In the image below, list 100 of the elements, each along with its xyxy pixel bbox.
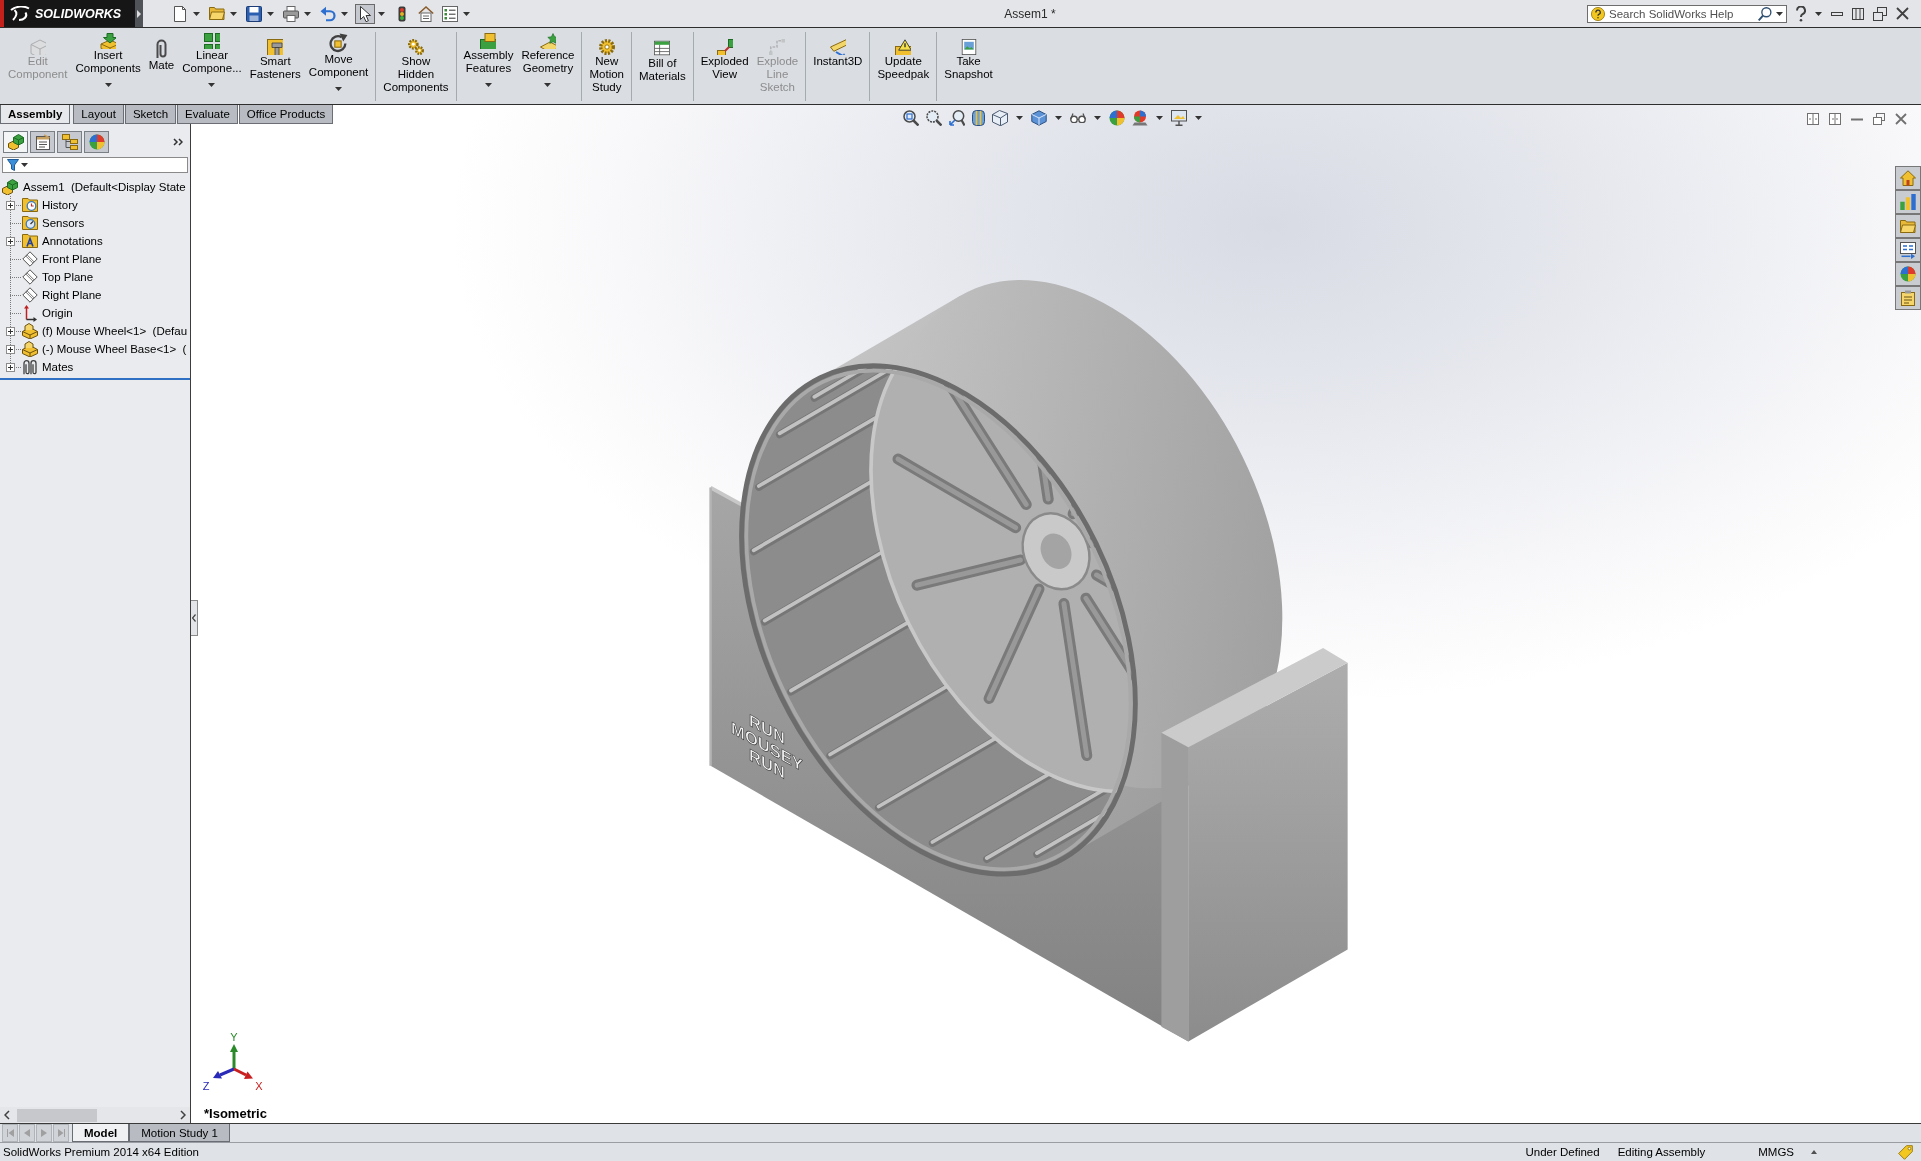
caret-icon[interactable] bbox=[1156, 116, 1163, 120]
expand-toggle[interactable] bbox=[6, 200, 15, 210]
caret-icon[interactable] bbox=[484, 83, 492, 87]
document-tab[interactable]: Motion Study 1 bbox=[129, 1124, 230, 1142]
ribbon-button[interactable]: Assembly Features bbox=[459, 28, 518, 104]
tree-item[interactable]: Front Plane bbox=[42, 253, 102, 265]
monitor-icon[interactable] bbox=[1171, 110, 1187, 126]
task-pane-tab[interactable] bbox=[1895, 238, 1921, 262]
toolbar-button[interactable] bbox=[355, 3, 375, 24]
caret-icon[interactable] bbox=[1815, 11, 1822, 16]
task-pane-tab[interactable] bbox=[1895, 190, 1921, 214]
caret-icon[interactable] bbox=[1195, 116, 1202, 120]
tree-item[interactable]: History bbox=[42, 199, 78, 211]
tile-windows-icon[interactable] bbox=[1852, 7, 1864, 20]
ribbon-tab[interactable]: Layout bbox=[73, 105, 124, 124]
sliced-cylinder-icon[interactable] bbox=[972, 110, 985, 126]
caret-icon[interactable] bbox=[230, 11, 237, 16]
expand-toggle[interactable] bbox=[6, 236, 15, 246]
caret-icon[interactable] bbox=[335, 87, 343, 91]
caret-icon[interactable] bbox=[304, 11, 311, 16]
ribbon-tab[interactable]: Assembly bbox=[0, 105, 71, 124]
ribbon-tab[interactable]: Evaluate bbox=[177, 105, 238, 124]
ribbon-button[interactable]: Smart Fasteners bbox=[245, 28, 305, 104]
tree-item[interactable]: Mates bbox=[42, 361, 74, 373]
ribbon-tab[interactable]: Sketch bbox=[124, 105, 177, 124]
tree-item[interactable]: Right Plane bbox=[42, 289, 102, 301]
caret-icon[interactable] bbox=[463, 11, 470, 16]
horizontal-scrollbar[interactable] bbox=[0, 1107, 190, 1123]
document-tab[interactable]: Model bbox=[72, 1124, 130, 1142]
ribbon-button[interactable]: Mate bbox=[144, 28, 179, 104]
panel-tab[interactable] bbox=[57, 131, 82, 153]
ribbon-button[interactable]: Instant3D bbox=[809, 28, 867, 104]
ribbon-button[interactable]: Update Speedpak bbox=[873, 28, 934, 104]
toolbar-button[interactable] bbox=[440, 3, 460, 24]
tree-item[interactable]: Origin bbox=[42, 307, 73, 319]
tag-icon[interactable] bbox=[1898, 1144, 1913, 1160]
caret-icon[interactable] bbox=[1094, 116, 1101, 120]
task-pane-tab[interactable] bbox=[1895, 286, 1921, 310]
expand-toggle[interactable] bbox=[6, 362, 15, 372]
caret-icon[interactable] bbox=[1776, 11, 1783, 16]
ribbon-button[interactable]: Move Component bbox=[304, 28, 373, 104]
double-chevron-icon[interactable] bbox=[173, 138, 183, 146]
caret-icon[interactable] bbox=[341, 11, 348, 16]
split-view-icon[interactable] bbox=[1829, 113, 1841, 125]
task-pane-tab[interactable] bbox=[1895, 214, 1921, 238]
ribbon-button[interactable]: Exploded View bbox=[696, 28, 753, 104]
status-text[interactable]: MMGS bbox=[1758, 1146, 1794, 1158]
tree-item[interactable]: Top Plane bbox=[42, 271, 94, 283]
chevron-left-icon[interactable] bbox=[4, 1110, 10, 1120]
minimize-icon[interactable] bbox=[1831, 11, 1843, 16]
collapse-handle[interactable] bbox=[191, 600, 198, 636]
panel-tab[interactable] bbox=[30, 131, 55, 153]
tree-item[interactable]: Sensors bbox=[42, 217, 85, 229]
tree-item[interactable]: Assem1 (Default<Display State bbox=[23, 181, 186, 193]
tree-item[interactable]: (f) Mouse Wheel<1> (Defau bbox=[42, 325, 188, 337]
caret-icon[interactable] bbox=[1016, 116, 1023, 120]
caret-icon[interactable] bbox=[378, 11, 385, 16]
toolbar-button[interactable] bbox=[281, 3, 301, 24]
ball-scene-icon[interactable] bbox=[1132, 110, 1148, 126]
search-field[interactable]: Search SolidWorks Help bbox=[1587, 4, 1787, 23]
caret-icon[interactable] bbox=[267, 11, 274, 16]
restore-icon[interactable] bbox=[1873, 6, 1887, 21]
search-icon[interactable] bbox=[1758, 6, 1772, 21]
scrollbar-thumb[interactable] bbox=[17, 1108, 97, 1122]
toolbar-button[interactable] bbox=[416, 3, 436, 24]
split-view-icon[interactable] bbox=[1807, 113, 1819, 125]
zoom-icon[interactable] bbox=[926, 110, 942, 126]
caret-icon[interactable] bbox=[544, 83, 552, 87]
task-pane-tab[interactable] bbox=[1895, 262, 1921, 286]
minimize-icon[interactable] bbox=[1851, 117, 1863, 121]
magnifier-arrow-icon[interactable] bbox=[949, 110, 965, 126]
close-icon[interactable] bbox=[1895, 113, 1907, 125]
caret-icon[interactable] bbox=[104, 83, 112, 87]
menu-toggle[interactable] bbox=[135, 0, 143, 27]
glasses-icon[interactable] bbox=[1070, 113, 1086, 123]
filter-field[interactable] bbox=[2, 157, 188, 173]
caret-up-icon[interactable] bbox=[1811, 1150, 1817, 1154]
tree-item[interactable]: Annotations bbox=[42, 235, 103, 247]
ribbon-tab[interactable]: Office Products bbox=[238, 105, 334, 124]
ribbon-button[interactable]: New Motion Study bbox=[585, 28, 628, 104]
ribbon-button[interactable]: Linear Compone... bbox=[178, 28, 246, 104]
caret-icon[interactable] bbox=[208, 83, 216, 87]
tree-item[interactable]: (-) Mouse Wheel Base<1> ( bbox=[42, 343, 187, 355]
cube-icon[interactable] bbox=[992, 110, 1008, 126]
caret-icon[interactable] bbox=[1055, 116, 1062, 120]
shaded-cube-icon[interactable] bbox=[1031, 110, 1047, 126]
color-ball-icon[interactable] bbox=[1109, 110, 1125, 126]
expand-toggle[interactable] bbox=[6, 326, 15, 336]
zoom-to-fit-icon[interactable] bbox=[903, 110, 919, 126]
restore-icon[interactable] bbox=[1873, 113, 1885, 125]
ribbon-button[interactable]: Reference Geometry bbox=[517, 28, 579, 104]
panel-tab[interactable] bbox=[3, 131, 28, 153]
chevron-right-icon[interactable] bbox=[180, 1110, 186, 1120]
toolbar-button[interactable] bbox=[244, 3, 264, 24]
ribbon-button[interactable]: Show Hidden Components bbox=[379, 28, 453, 104]
caret-icon[interactable] bbox=[193, 11, 200, 16]
task-pane-tab[interactable] bbox=[1895, 166, 1921, 190]
ribbon-button[interactable]: Bill of Materials bbox=[635, 28, 690, 104]
close-icon[interactable] bbox=[1896, 7, 1909, 20]
ribbon-button[interactable]: Take Snapshot bbox=[940, 28, 997, 104]
